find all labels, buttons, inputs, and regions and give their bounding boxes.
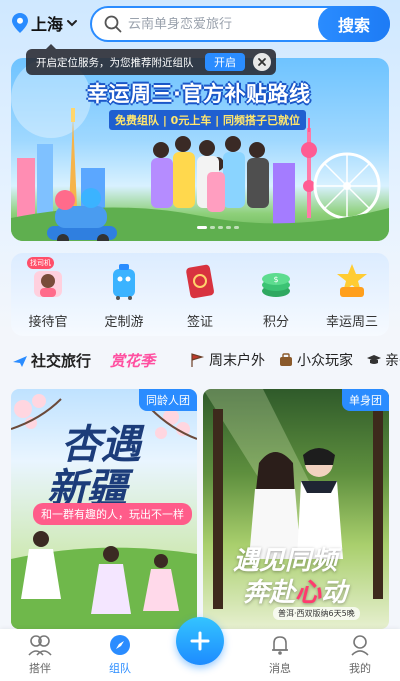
create-post-button[interactable] [176,617,224,665]
coins-icon: $ [256,261,296,301]
card-tag: 同龄人团 [139,389,197,411]
quick-item-receptionist[interactable]: 找司机 接待官 [13,257,83,330]
card-title: 杏遇 新疆 [47,421,141,511]
tab-label: 小众玩家 [297,353,353,369]
banner-subtitle: 免费组队 | 0元上车 | 同频搭子已就位 [109,110,307,130]
quick-item-custom-travel[interactable]: 定制游 [89,261,159,330]
quick-item-label: 接待官 [28,315,68,330]
bell-icon [272,636,288,655]
quick-item-label: 定制游 [104,315,144,330]
card-subtitle: 和一群有趣的人，玩出不一样 [33,503,192,525]
card-tag: 单身团 [342,389,389,411]
quick-item-badge: 找司机 [27,257,54,269]
tab-weekend-outdoor[interactable]: 周末户外 [190,350,265,370]
graduation-cap-icon [367,355,381,364]
bottom-nav: 搭伴 组队 消息 我的 [0,617,400,681]
tab-family[interactable]: 亲子 [366,350,400,370]
search-icon [104,15,122,33]
banner-dot [218,226,223,229]
search-button[interactable]: 搜索 [318,6,390,42]
plane-icon [13,355,27,367]
nav-label: 搭伴 [29,662,51,675]
card-title-line: 杏遇 [61,421,141,468]
card-title-line: 遇见同频 [233,546,338,576]
chevron-down-icon [67,20,78,27]
compass-icon [110,635,130,655]
promo-banner[interactable]: 幸运周三·官方补贴路线 免费组队 | 0元上车 | 同频搭子已就位 [11,58,389,241]
receptionist-icon: 找司机 [27,257,68,301]
banner-dot [197,226,207,229]
partner-icon [28,635,52,656]
quick-item-visa[interactable]: 签证 [165,261,235,330]
nav-team[interactable]: 组队 [90,633,150,676]
enable-location-button[interactable]: 开启 [205,53,245,71]
quick-item-label: 积分 [262,315,289,330]
location-pin-icon [12,13,28,33]
tip-close-button[interactable] [253,53,271,71]
quick-item-lucky-wednesday[interactable]: 幸运周三 [317,261,387,330]
location-label: 上海 [31,15,64,34]
quick-item-points[interactable]: $ 积分 [241,261,311,330]
nav-profile[interactable]: 我的 [330,633,390,676]
tab-flower-season[interactable]: 赏花季 [110,350,155,371]
svg-text:$: $ [273,275,278,284]
tab-label: 周末户外 [209,353,265,369]
tip-text: 开启定位服务，为您推荐附近组队 [36,56,194,69]
banner-dot [226,226,231,229]
suitcase-icon [280,353,292,366]
nav-partner[interactable]: 搭伴 [10,633,70,676]
nav-label: 我的 [349,662,371,675]
card-title-line: 奔赴心动 [243,577,347,609]
tab-label: 社交旅行 [31,352,92,370]
card-title-part: 动 [321,578,348,608]
banner-title: 幸运周三·官方补贴路线 [87,82,311,106]
card-title-highlight: 心 [295,578,322,608]
plus-icon [190,631,210,651]
custom-travel-icon [104,261,144,301]
close-icon [258,58,266,66]
top-bar: 上海 搜索 [0,0,400,48]
outdoor-icon [191,353,205,367]
quick-menu: 找司机 接待官 定制游 签证 $ 积分 幸运周三 [11,253,389,336]
lucky-wednesday-icon [332,261,372,301]
location-permission-tip: 开启定位服务，为您推荐附近组队 开启 [26,44,276,75]
category-tabs: 社交旅行 赏花季 周末户外 小众玩家 亲子 [0,346,400,376]
tab-social-travel[interactable]: 社交旅行 [12,350,91,371]
nav-messages[interactable]: 消息 [250,633,310,676]
card-title: 遇见同频 奔赴心动 [233,545,347,609]
passport-icon [180,261,220,301]
card-footer: 普洱·西双版纳6天5晚 [273,607,360,620]
trip-card[interactable]: 同龄人团 杏遇 新疆 和一群有趣的人，玩出不一样 [11,389,197,629]
tab-label: 亲子 [385,353,400,369]
nav-label: 消息 [269,662,291,675]
quick-item-label: 签证 [186,315,213,330]
location-selector[interactable]: 上海 [12,10,78,36]
profile-icon [351,635,369,656]
quick-item-label: 幸运周三 [325,315,378,330]
banner-pagination [197,226,239,229]
banner-dot [210,226,215,229]
search-input[interactable] [128,16,318,32]
trip-card[interactable]: 单身团 遇见同频 奔赴心动 普洱·西双版纳6天5晚 [203,389,389,629]
tab-niche-players[interactable]: 小众玩家 [278,350,353,370]
search-box[interactable]: 搜索 [90,6,390,42]
card-title-part: 奔赴 [243,578,296,608]
banner-dot [234,226,239,229]
nav-label: 组队 [109,662,131,675]
tab-label: 赏花季 [110,352,156,370]
